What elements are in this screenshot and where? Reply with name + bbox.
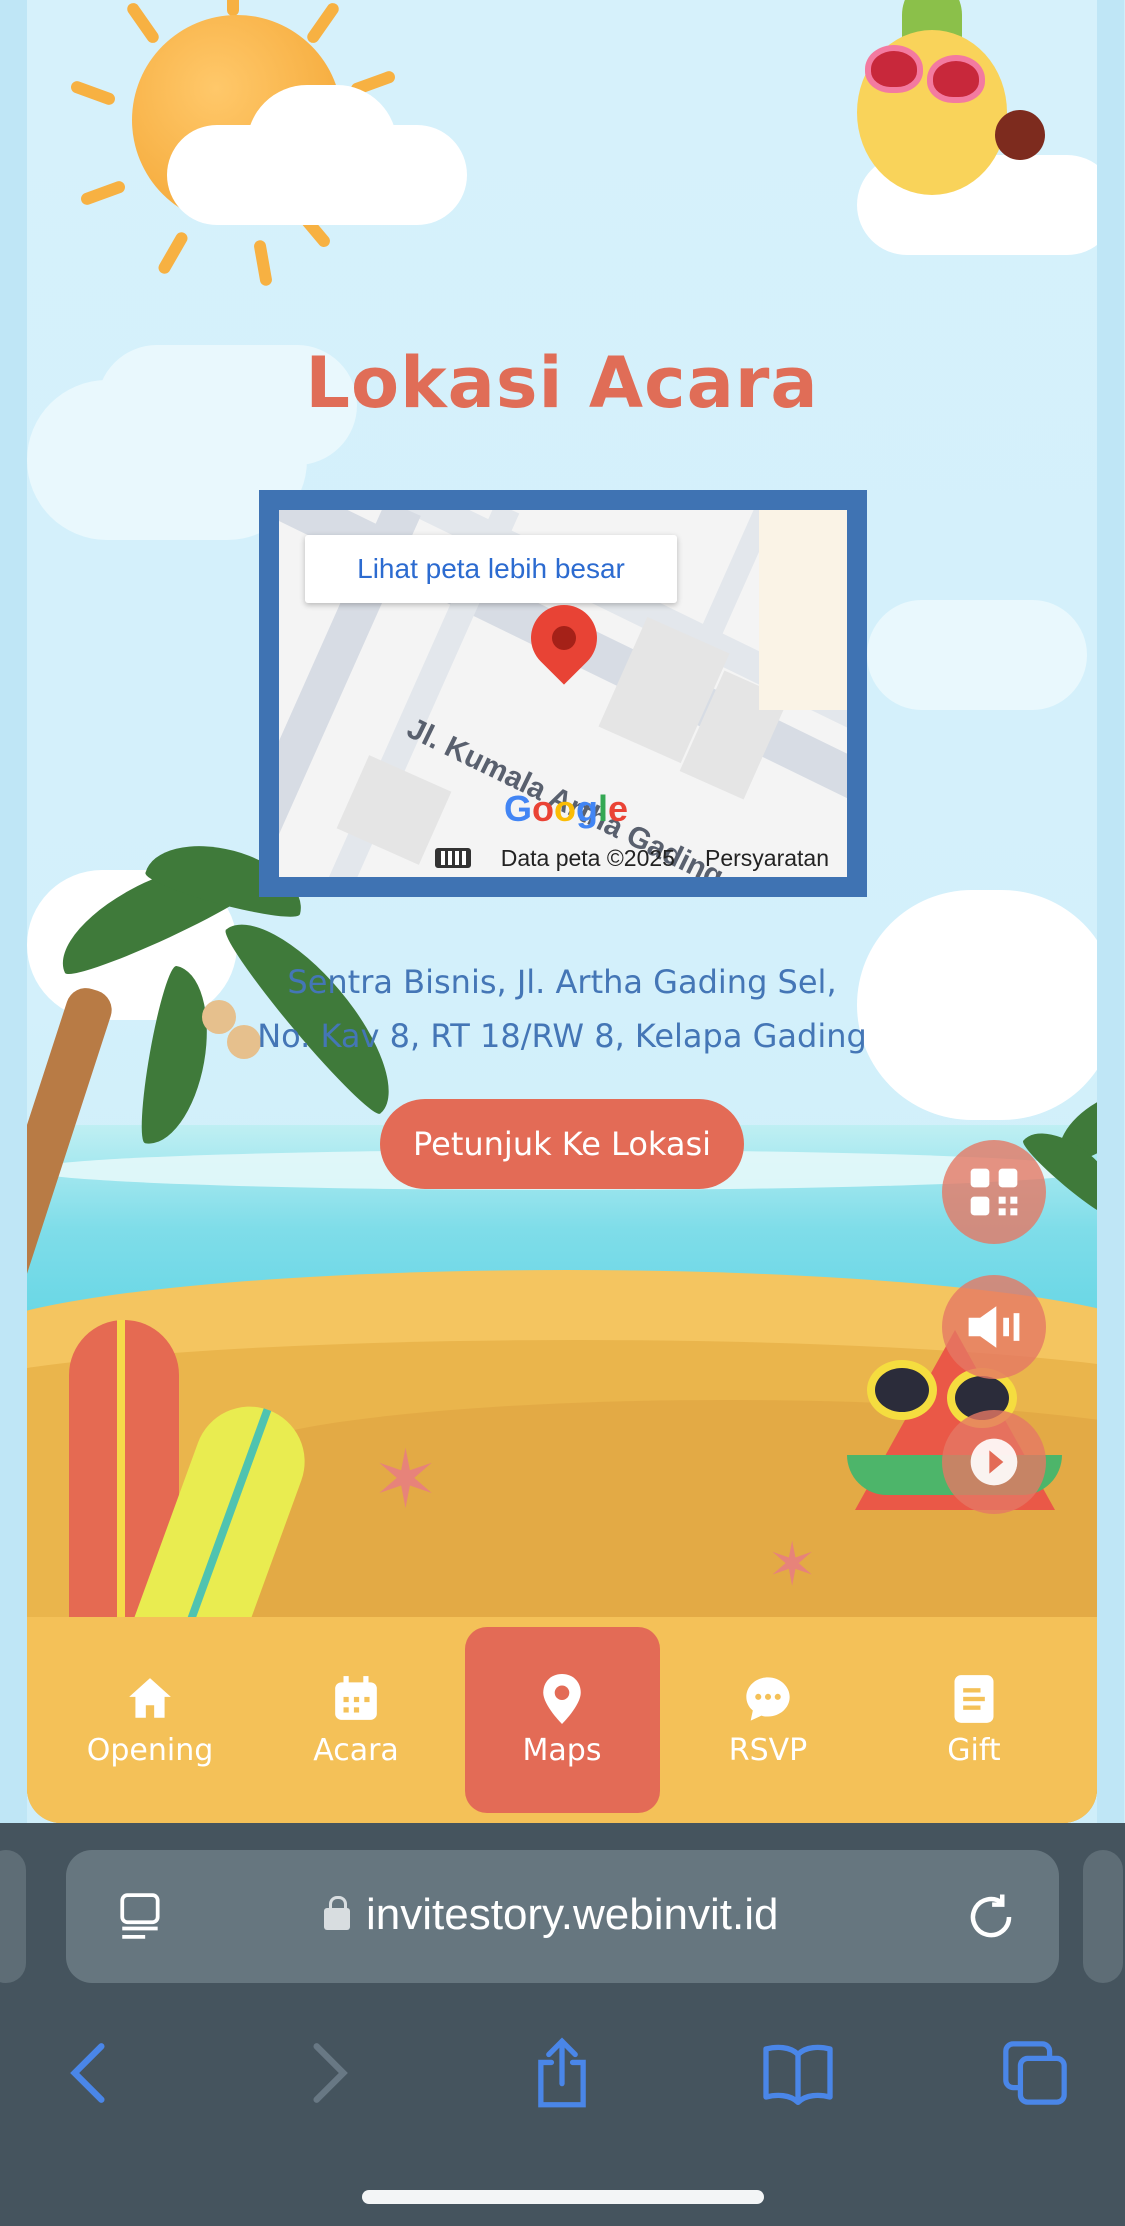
nav-label: Acara: [313, 1732, 399, 1768]
chevron-left-icon: [70, 2043, 105, 2103]
back-button[interactable]: [48, 2033, 128, 2113]
play-icon: [970, 1438, 1018, 1486]
reader-view-icon[interactable]: [116, 1890, 166, 1946]
chat-bubble-icon: [742, 1673, 794, 1725]
autoscroll-play-button[interactable]: [942, 1410, 1046, 1514]
nav-label: Gift: [947, 1732, 1001, 1768]
browser-tool-row: [0, 2013, 1125, 2133]
bookmarks-button[interactable]: [758, 2033, 838, 2113]
map-embed[interactable]: Lihat peta lebih besar Jl. Kumala Artha …: [279, 510, 847, 877]
nav-item-maps[interactable]: Maps: [464, 1627, 660, 1813]
speaker-icon: [968, 1306, 1020, 1348]
left-edge: [0, 0, 27, 1823]
address-line-2: No. Kav 8, RT 18/RW 8, Kelapa Gading: [257, 1017, 867, 1055]
home-indicator[interactable]: [362, 2190, 764, 2204]
nav-item-rsvp[interactable]: RSVP: [671, 1627, 866, 1813]
keyboard-shortcuts-icon[interactable]: [434, 848, 471, 868]
next-tab-edge[interactable]: [1083, 1850, 1123, 1983]
view-larger-map-button[interactable]: Lihat peta lebih besar: [305, 535, 677, 603]
section-title: Lokasi Acara: [305, 342, 819, 424]
map-pin-icon: [536, 1673, 588, 1725]
tabs-button[interactable]: [995, 2033, 1075, 2113]
tabs-icon: [1003, 2041, 1067, 2105]
venue-address: Sentra Bisnis, Jl. Artha Gading Sel, No.…: [27, 955, 1097, 1063]
bottom-navigation: Opening Acara Maps RSVP Gift: [27, 1617, 1097, 1823]
forward-button[interactable]: [290, 2033, 370, 2113]
address-line-1: Sentra Bisnis, Jl. Artha Gading Sel,: [287, 963, 837, 1001]
reload-icon[interactable]: [964, 1890, 1018, 1948]
calendar-icon: [330, 1673, 382, 1725]
previous-tab-edge[interactable]: [0, 1850, 26, 1983]
share-icon: [538, 2037, 586, 2108]
nav-label: Opening: [86, 1732, 214, 1768]
gift-list-icon: [948, 1673, 1000, 1725]
starfish-icon: ✶: [372, 1433, 440, 1526]
nav-label: RSVP: [728, 1732, 808, 1768]
browser-toolbar: invitestory.webinvit.id: [0, 1823, 1125, 2226]
starfish-icon: ✶: [767, 1530, 818, 1600]
qr-code-button[interactable]: [942, 1140, 1046, 1244]
chevron-right-icon: [313, 2043, 348, 2103]
home-icon: [124, 1673, 176, 1725]
map-data-credit: Data peta ©2025: [500, 844, 675, 871]
qr-code-icon: [970, 1168, 1018, 1216]
google-logo: Google: [504, 788, 629, 829]
map-footer: Data peta ©2025 Persyaratan: [279, 839, 847, 877]
map-terms-link[interactable]: Persyaratan: [705, 845, 829, 872]
invitation-page[interactable]: ✶ ✶ Lokasi Acara Lihat peta lebih besar …: [27, 0, 1097, 1823]
address-bar[interactable]: invitestory.webinvit.id: [66, 1850, 1059, 1983]
sound-toggle-button[interactable]: [942, 1275, 1046, 1379]
nav-item-acara[interactable]: Acara: [259, 1627, 454, 1813]
lock-icon: [324, 1896, 350, 1930]
share-button[interactable]: [522, 2033, 602, 2113]
nav-item-gift[interactable]: Gift: [877, 1627, 1072, 1813]
nav-label: Maps: [522, 1732, 602, 1768]
nav-item-opening[interactable]: Opening: [53, 1627, 248, 1813]
open-book-icon: [763, 2044, 833, 2105]
directions-button[interactable]: Petunjuk Ke Lokasi: [380, 1099, 744, 1189]
map-embed-frame: Lihat peta lebih besar Jl. Kumala Artha …: [259, 490, 867, 897]
background-cloud: [867, 600, 1087, 710]
url-text: invitestory.webinvit.id: [366, 1890, 779, 1939]
right-edge: [1097, 0, 1124, 1823]
